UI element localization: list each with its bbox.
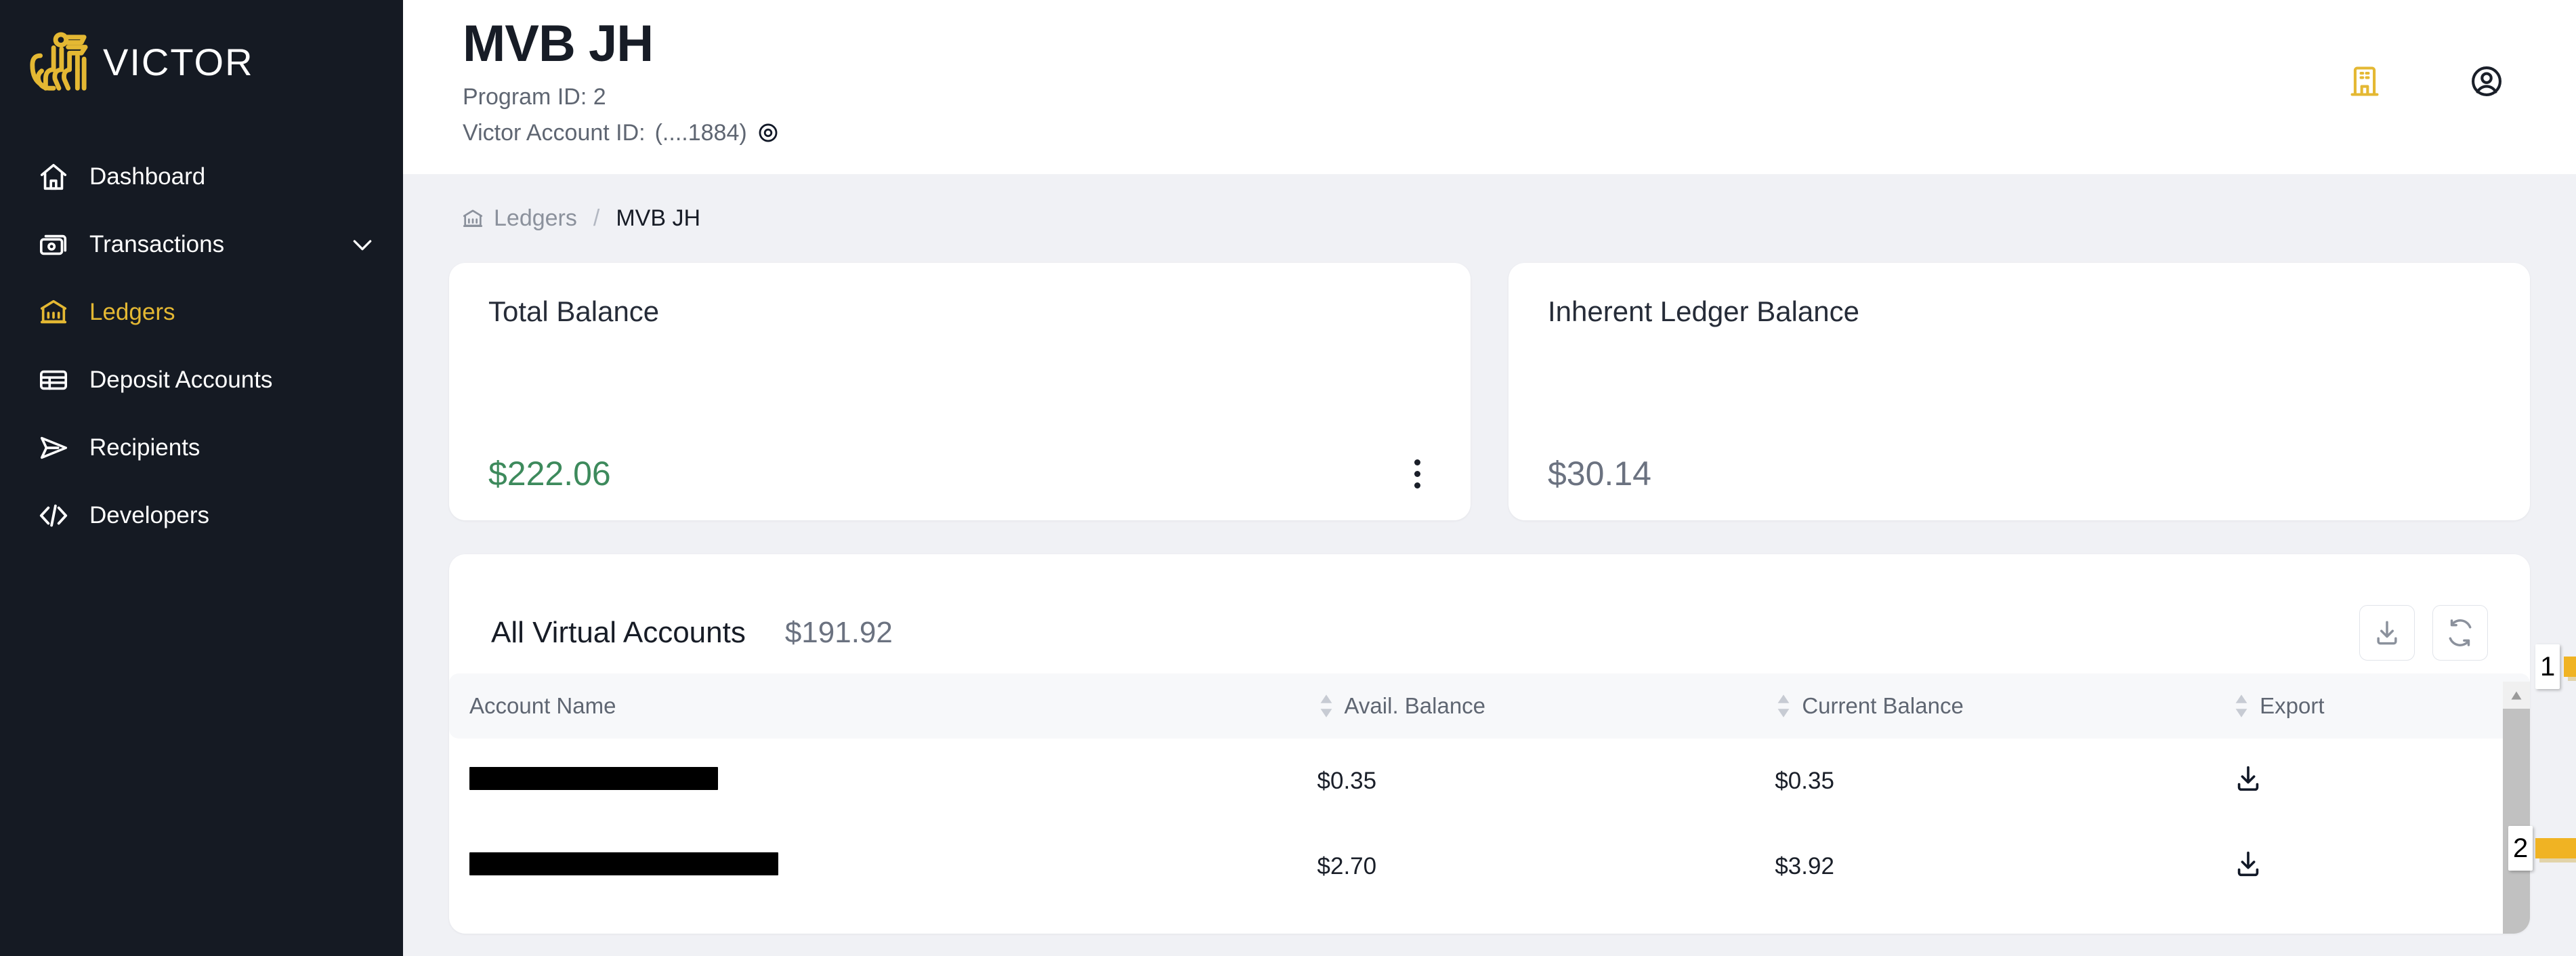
download-button[interactable]	[2359, 605, 2415, 661]
sidebar-item-recipients[interactable]: Recipients	[0, 414, 403, 482]
inherent-ledger-balance-amount: $30.14	[1548, 454, 1651, 493]
page-content: Ledgers / MVB JH Total Balance $222.06 I…	[403, 174, 2576, 956]
cell-current-balance: $0.35	[1760, 739, 2218, 824]
victor-account-id-label: Victor Account ID:	[463, 119, 646, 147]
column-current-balance[interactable]: Current Balance	[1760, 673, 2218, 739]
table-row[interactable]: $2.70 $3.92	[449, 824, 2530, 909]
cell-export[interactable]	[2218, 824, 2530, 909]
caret-up-icon[interactable]	[2503, 682, 2530, 709]
inherent-ledger-balance-card: Inherent Ledger Balance $30.14	[1508, 263, 2530, 520]
scrollbar-thumb[interactable]	[2503, 709, 2530, 934]
page-header-text: MVB JH Program ID: 2 Victor Account ID: …	[463, 15, 780, 147]
breadcrumb: Ledgers / MVB JH	[461, 205, 2530, 232]
virtual-accounts-header: All Virtual Accounts $191.92	[449, 592, 2530, 673]
page-header: MVB JH Program ID: 2 Victor Account ID: …	[403, 0, 2576, 174]
download-icon[interactable]	[2233, 763, 2264, 794]
app-root: VICTOR Dashboard Transactions	[0, 0, 2576, 956]
send-icon	[38, 432, 69, 463]
virtual-accounts-panel: All Virtual Accounts $191.92	[449, 554, 2530, 934]
breadcrumb-current: MVB JH	[616, 205, 700, 232]
eye-icon[interactable]	[757, 121, 780, 144]
banknote-icon	[38, 229, 69, 260]
column-label: Current Balance	[1802, 693, 1963, 719]
page-title: MVB JH	[463, 15, 780, 72]
sidebar-item-label: Recipients	[89, 434, 376, 461]
user-circle-icon[interactable]	[2469, 64, 2504, 99]
code-brackets-icon	[38, 500, 69, 531]
redacted-account-name	[469, 767, 718, 790]
virtual-accounts-total: $191.92	[785, 616, 893, 650]
card-bottom: $30.14	[1548, 454, 2491, 493]
redacted-account-name	[469, 852, 778, 875]
cell-avail-balance: $2.70	[1303, 824, 1760, 909]
total-balance-card: Total Balance $222.06	[449, 263, 1471, 520]
brand-logo[interactable]: VICTOR	[0, 23, 403, 101]
kebab-menu-icon[interactable]	[1403, 455, 1431, 493]
sidebar-item-label: Ledgers	[89, 299, 376, 326]
sort-arrows-icon	[1775, 692, 1792, 720]
card-title: Total Balance	[488, 295, 1431, 328]
column-label: Avail. Balance	[1345, 693, 1486, 719]
table-body: $0.35 $0.35 $2.7	[449, 739, 2530, 909]
virtual-accounts-table: Account Name Avail. Balance	[449, 673, 2530, 909]
home-icon	[38, 161, 69, 192]
breadcrumb-root[interactable]: Ledgers	[494, 205, 577, 232]
sidebar-item-deposit-accounts[interactable]: Deposit Accounts	[0, 346, 403, 414]
cell-account-name	[449, 739, 1303, 824]
table-header: Account Name Avail. Balance	[449, 673, 2530, 739]
chevron-down-icon[interactable]	[349, 231, 376, 258]
column-avail-balance[interactable]: Avail. Balance	[1303, 673, 1760, 739]
sidebar-item-developers[interactable]: Developers	[0, 482, 403, 549]
victor-account-id: Victor Account ID: (....1884)	[463, 119, 780, 147]
sidebar-item-label: Dashboard	[89, 163, 376, 190]
download-icon	[2372, 618, 2402, 648]
brand-name: VICTOR	[103, 40, 254, 84]
breadcrumb-separator: /	[593, 205, 599, 232]
download-icon[interactable]	[2233, 848, 2264, 879]
credit-card-icon	[38, 365, 69, 396]
column-label: Account Name	[469, 693, 616, 719]
refresh-icon	[2445, 618, 2475, 648]
refresh-button[interactable]	[2432, 605, 2488, 661]
sidebar-item-ledgers[interactable]: Ledgers	[0, 278, 403, 346]
bank-icon	[461, 207, 484, 230]
virtual-accounts-title: All Virtual Accounts	[491, 616, 746, 650]
virtual-accounts-actions	[2359, 605, 2488, 661]
header-actions	[2347, 15, 2527, 99]
building-icon[interactable]	[2347, 64, 2382, 99]
cell-export[interactable]	[2218, 739, 2530, 824]
sidebar-nav: Dashboard Transactions Ledgers	[0, 143, 403, 549]
sidebar-item-label: Deposit Accounts	[89, 367, 376, 394]
sort-arrows-icon	[2233, 692, 2250, 720]
sidebar-item-label: Transactions	[89, 231, 329, 258]
cell-current-balance: $3.92	[1760, 824, 2218, 909]
column-account-name[interactable]: Account Name	[449, 673, 1303, 739]
sidebar: VICTOR Dashboard Transactions	[0, 0, 403, 956]
victor-account-id-value: (....1884)	[655, 119, 747, 147]
lion-logo-icon	[24, 31, 91, 93]
sidebar-item-transactions[interactable]: Transactions	[0, 211, 403, 278]
table-scrollbar[interactable]	[2503, 682, 2530, 934]
sidebar-item-dashboard[interactable]: Dashboard	[0, 143, 403, 211]
total-balance-amount: $222.06	[488, 454, 611, 493]
table-header-row: Account Name Avail. Balance	[449, 673, 2530, 739]
sort-arrows-icon	[1317, 692, 1335, 720]
column-export[interactable]: Export	[2218, 673, 2530, 739]
table-row[interactable]: $0.35 $0.35	[449, 739, 2530, 824]
column-label: Export	[2260, 693, 2324, 719]
bank-icon	[38, 297, 69, 328]
balance-cards: Total Balance $222.06 Inherent Ledger Ba…	[449, 263, 2530, 520]
card-bottom: $222.06	[488, 454, 1431, 493]
cell-avail-balance: $0.35	[1303, 739, 1760, 824]
cell-account-name	[449, 824, 1303, 909]
card-title: Inherent Ledger Balance	[1548, 295, 2491, 328]
sidebar-item-label: Developers	[89, 502, 376, 529]
main-area: MVB JH Program ID: 2 Victor Account ID: …	[403, 0, 2576, 956]
program-id: Program ID: 2	[463, 83, 780, 111]
